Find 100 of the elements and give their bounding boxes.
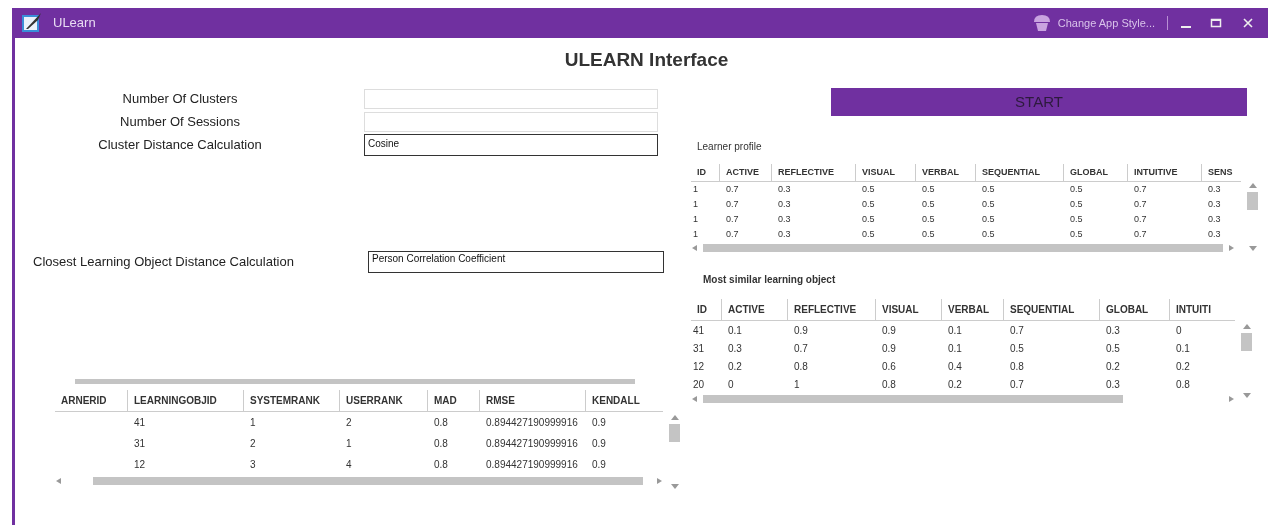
- input-field[interactable]: [364, 89, 658, 109]
- scrollbar-thumb[interactable]: [1241, 333, 1252, 351]
- scrollbar-thumb[interactable]: [703, 244, 1223, 252]
- column-header[interactable]: SYSTEMRANK: [243, 390, 339, 411]
- table-cell-text: 0.894427190999916: [486, 416, 578, 430]
- column-header[interactable]: REFLECTIVE: [787, 299, 875, 320]
- scroll-right-icon[interactable]: [655, 477, 663, 485]
- table-cell-text: 0.3: [1208, 182, 1221, 196]
- field-label: Number Of Sessions: [119, 113, 241, 132]
- table-cell-text: 0.5: [922, 197, 935, 211]
- table-cell-text: 0.5: [862, 227, 875, 241]
- scroll-right-icon[interactable]: [1227, 395, 1235, 403]
- scrollbar[interactable]: [75, 379, 635, 384]
- table-cell-text: 0.7: [1010, 323, 1024, 338]
- column-header[interactable]: ACTIVE: [721, 299, 787, 320]
- table-cell-text: 1: [250, 416, 256, 430]
- table-cell-text: 4: [346, 458, 352, 472]
- table-cell-text: 0.7: [1134, 227, 1147, 241]
- column-header[interactable]: ACTIVE: [719, 164, 771, 181]
- column-header[interactable]: VERBAL: [941, 299, 1003, 320]
- table-cell-text: 31: [693, 341, 705, 356]
- column-header[interactable]: VISUAL: [855, 164, 915, 181]
- table-cell-text: 0.6: [882, 359, 896, 374]
- input-field[interactable]: [364, 112, 658, 132]
- scroll-up-icon[interactable]: [1248, 182, 1257, 190]
- scroll-down-icon[interactable]: [670, 482, 679, 490]
- table-cell-text: 0.5: [922, 212, 935, 226]
- table-cell-text: 0.1: [948, 341, 962, 356]
- table-cell-text: 0.7: [726, 197, 739, 211]
- column-header[interactable]: MAD: [427, 390, 479, 411]
- table-cell-text: 0.894427190999916: [486, 458, 578, 472]
- scrollbar-thumb[interactable]: [1247, 192, 1258, 210]
- column-header[interactable]: LEARNINGOBJID: [127, 390, 243, 411]
- scrollbar-thumb[interactable]: [669, 424, 680, 442]
- column-header[interactable]: GLOBAL: [1099, 299, 1169, 320]
- table-cell-text: 0.8: [882, 377, 896, 392]
- table-cell-text: 2: [346, 416, 352, 430]
- scroll-down-icon[interactable]: [1242, 391, 1251, 399]
- column-header[interactable]: KENDALL: [585, 390, 655, 411]
- table-cell-text: 0.9: [794, 323, 808, 338]
- table-cell-text: 0.3: [1208, 227, 1221, 241]
- table-cell-text: 0.4: [948, 359, 962, 374]
- table-cell-text: 0.9: [592, 416, 606, 430]
- column-header[interactable]: RMSE: [479, 390, 585, 411]
- table-cell-text: 0.3: [1208, 197, 1221, 211]
- column-header[interactable]: INTUITI: [1169, 299, 1219, 320]
- scroll-down-icon[interactable]: [1248, 244, 1257, 252]
- column-header[interactable]: VERBAL: [915, 164, 975, 181]
- scrollbar-thumb[interactable]: [93, 477, 643, 485]
- table-cell-text: 0.1: [1176, 341, 1190, 356]
- table-cell-text: 0.8: [434, 458, 448, 472]
- table-cell-text: 0.5: [1070, 212, 1083, 226]
- scroll-left-icon[interactable]: [55, 477, 63, 485]
- table-cell-text: 0: [728, 377, 734, 392]
- table-cell-text: 0.5: [982, 212, 995, 226]
- table-cell-text: 0.3: [1106, 377, 1120, 392]
- table-cell-text: 0.5: [982, 227, 995, 241]
- dropdown-field[interactable]: Cosine: [364, 134, 658, 156]
- column-header[interactable]: INTUITIVE: [1127, 164, 1201, 181]
- column-header[interactable]: ID: [691, 299, 721, 320]
- table-cell-text: 20: [693, 377, 705, 392]
- scroll-left-icon[interactable]: [691, 395, 699, 403]
- table-cell-text: 0.7: [1134, 182, 1147, 196]
- table-cell-text: 0.8: [434, 416, 448, 430]
- table-cell-text: 0.5: [862, 197, 875, 211]
- table-cell-text: 0.7: [1134, 197, 1147, 211]
- table-cell-text: 1: [794, 377, 800, 392]
- table-cell-text: 0.5: [862, 212, 875, 226]
- scrollbar-thumb[interactable]: [703, 395, 1123, 403]
- dropdown-field[interactable]: Person Correlation Coefficient: [368, 251, 664, 273]
- table-cell-text: 0.2: [1176, 359, 1190, 374]
- column-header[interactable]: ARNERID: [55, 390, 127, 411]
- scroll-left-icon[interactable]: [691, 244, 699, 252]
- column-header[interactable]: GLOBAL: [1063, 164, 1127, 181]
- scroll-up-icon[interactable]: [1242, 323, 1251, 331]
- table-cell-text: 0.3: [778, 227, 791, 241]
- table-cell-text: 0.8: [794, 359, 808, 374]
- table-cell-text: 0.894427190999916: [486, 437, 578, 451]
- table-cell-text: 0.7: [1010, 377, 1024, 392]
- table-cell-text: 1: [693, 212, 698, 226]
- column-header[interactable]: SENS: [1201, 164, 1241, 181]
- column-header[interactable]: SEQUENTIAL: [975, 164, 1063, 181]
- scroll-right-icon[interactable]: [1227, 244, 1235, 252]
- field-label: Number Of Clusters: [121, 90, 239, 109]
- table-cell-text: 0.7: [726, 227, 739, 241]
- table-cell-text: 0.9: [592, 458, 606, 472]
- change-style-button[interactable]: Change App Style...: [1057, 14, 1155, 32]
- column-header[interactable]: VISUAL: [875, 299, 941, 320]
- maximize-icon[interactable]: [1210, 17, 1222, 29]
- cupcake-icon[interactable]: [1031, 14, 1052, 32]
- column-header[interactable]: USERRANK: [339, 390, 427, 411]
- column-header[interactable]: SEQUENTIAL: [1003, 299, 1099, 320]
- close-icon[interactable]: [1242, 17, 1254, 29]
- table-cell-text: 1: [346, 437, 352, 451]
- field-label: Cluster Distance Calculation: [97, 136, 263, 155]
- table-cell-text: 0.2: [728, 359, 742, 374]
- column-header[interactable]: ID: [691, 164, 719, 181]
- column-header[interactable]: REFLECTIVE: [771, 164, 855, 181]
- table-cell-text: 0.3: [778, 212, 791, 226]
- scroll-up-icon[interactable]: [670, 414, 679, 422]
